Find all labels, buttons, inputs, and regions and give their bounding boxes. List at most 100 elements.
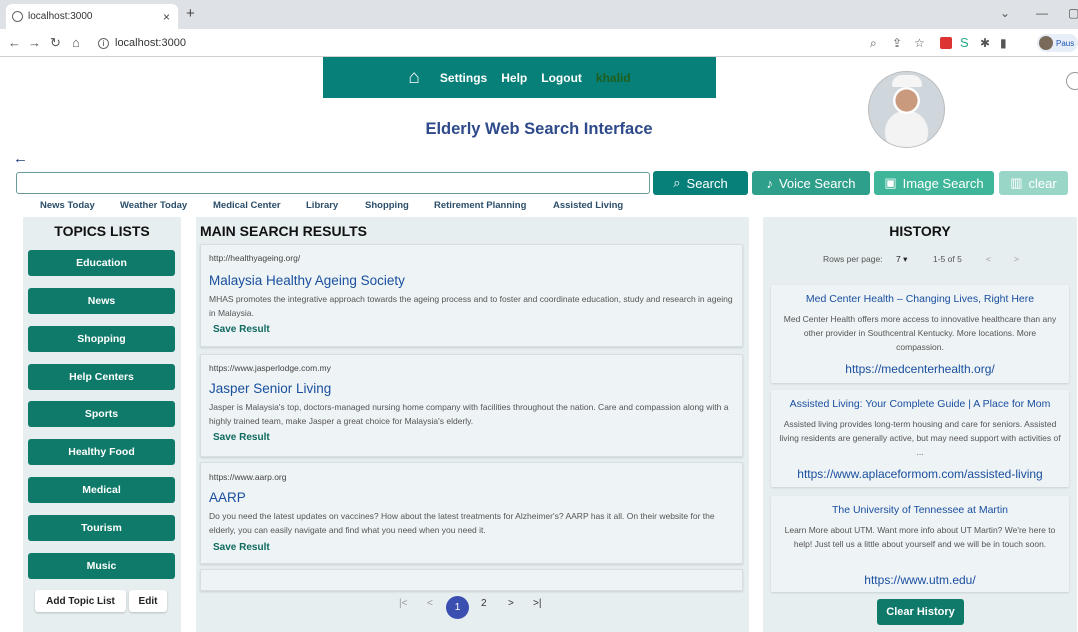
top-navigation: ⌂ Settings Help Logout khalid (323, 57, 716, 98)
help-link[interactable]: Help (501, 71, 527, 85)
minimize-icon[interactable]: — (1036, 6, 1048, 20)
quick-link-weather-today[interactable]: Weather Today (120, 200, 187, 211)
profile-avatar-icon (1039, 36, 1053, 50)
history-prev-button[interactable]: < (986, 254, 991, 264)
next-page-button[interactable]: > (508, 598, 514, 609)
info-icon[interactable]: i (98, 37, 109, 49)
add-topic-list-button[interactable]: Add Topic List (35, 590, 126, 612)
topic-sports[interactable]: Sports (28, 401, 175, 427)
browser-tab[interactable]: localhost:3000 × (6, 4, 178, 29)
save-result-button[interactable]: Save Result (213, 324, 270, 335)
profile-button[interactable]: Paus (1037, 34, 1078, 52)
quick-link-retirement-planning[interactable]: Retirement Planning (434, 200, 526, 211)
result-card: https://www.jasperlodge.com.my Jasper Se… (200, 354, 743, 457)
caret-down-icon: ▾ (903, 254, 908, 264)
tab-search-icon[interactable]: ⌄ (1000, 6, 1010, 20)
clear-history-button[interactable]: Clear History (877, 599, 964, 625)
last-page-button[interactable]: >| (533, 598, 541, 609)
history-title-link[interactable]: Med Center Health – Changing Lives, Righ… (771, 293, 1069, 305)
home-icon[interactable]: ⌂ (408, 67, 419, 89)
rows-per-page-value: 7 (896, 254, 901, 264)
extension-green-icon[interactable]: S (960, 35, 969, 50)
result-card-empty (200, 569, 743, 591)
topic-news[interactable]: News (28, 288, 175, 314)
page-1-button[interactable]: 1 (446, 596, 469, 619)
avatar-cap (892, 75, 922, 87)
voice-search-label: Voice Search (778, 175, 856, 191)
reload-icon[interactable]: ↻ (50, 35, 61, 51)
search-icon: ⌕ (673, 175, 681, 190)
home-icon[interactable]: ⌂ (72, 35, 80, 50)
bookmark-star-icon[interactable]: ☆ (914, 36, 925, 50)
result-url: http://healthyageing.org/ (209, 253, 301, 263)
profile-label: Paus (1056, 38, 1075, 48)
search-input[interactable] (16, 172, 650, 194)
results-heading: MAIN SEARCH RESULTS (200, 223, 367, 239)
history-url-link[interactable]: https://www.utm.edu/ (771, 573, 1069, 587)
save-result-button[interactable]: Save Result (213, 542, 270, 553)
zoom-icon[interactable]: ⌕ (870, 36, 877, 51)
page-title: Elderly Web Search Interface (425, 120, 653, 138)
topic-shopping[interactable]: Shopping (28, 326, 175, 352)
quick-link-news-today[interactable]: News Today (40, 200, 95, 211)
result-title-link[interactable]: Jasper Senior Living (209, 381, 331, 396)
clear-label: clear (1028, 175, 1057, 191)
forward-nav-icon[interactable]: → (28, 35, 41, 50)
image-search-button[interactable]: ▣ Image Search (874, 171, 994, 195)
result-title-link[interactable]: AARP (209, 490, 246, 505)
history-next-button[interactable]: > (1014, 254, 1019, 264)
tab-close-button[interactable]: × (163, 10, 170, 24)
quick-link-shopping[interactable]: Shopping (365, 200, 409, 211)
save-result-button[interactable]: Save Result (213, 432, 270, 443)
history-url-link[interactable]: https://www.aplaceformom.com/assisted-li… (771, 467, 1069, 481)
share-icon[interactable]: ⇪ (892, 36, 902, 50)
trash-icon: ▥ (1010, 175, 1023, 190)
circle-icon[interactable] (1066, 72, 1078, 90)
topic-music[interactable]: Music (28, 553, 175, 579)
maximize-icon[interactable]: ▢ (1068, 6, 1078, 20)
result-card: http://healthyageing.org/ Malaysia Healt… (200, 244, 743, 347)
quick-link-medical-center[interactable]: Medical Center (213, 200, 281, 211)
history-card: Med Center Health – Changing Lives, Righ… (771, 285, 1069, 383)
history-description: Assisted living provides long-term housi… (779, 419, 1061, 457)
search-button[interactable]: ⌕ Search (653, 171, 748, 195)
prev-page-button[interactable]: < (427, 598, 433, 609)
voice-search-button[interactable]: ♪ Voice Search (752, 171, 870, 195)
history-description: Learn More about UTM. Want more info abo… (784, 525, 1056, 549)
page-2-button[interactable]: 2 (481, 598, 487, 609)
topic-help-centers[interactable]: Help Centers (28, 364, 175, 390)
results-panel: MAIN SEARCH RESULTS http://healthyageing… (196, 217, 749, 632)
topic-education[interactable]: Education (28, 250, 175, 276)
extensions-puzzle-icon[interactable]: ✱ (980, 36, 990, 50)
image-icon: ▣ (884, 175, 897, 190)
side-panel-icon[interactable]: ▮ (1000, 36, 1007, 50)
topic-tourism[interactable]: Tourism (28, 515, 175, 541)
address-url: localhost:3000 (115, 37, 186, 49)
history-panel: HISTORY Rows per page: 7 ▾ 1-5 of 5 < > … (763, 217, 1077, 632)
settings-link[interactable]: Settings (440, 71, 487, 85)
edit-topics-button[interactable]: Edit (129, 590, 167, 612)
extension-red-icon[interactable] (940, 37, 952, 49)
topic-medical[interactable]: Medical (28, 477, 175, 503)
quick-link-library[interactable]: Library (306, 200, 338, 211)
address-bar[interactable]: i localhost:3000 (98, 33, 858, 53)
globe-icon (12, 11, 23, 22)
result-card: https://www.aarp.org AARP Do you need th… (200, 462, 743, 564)
topic-healthy-food[interactable]: Healthy Food (28, 439, 175, 465)
rows-per-page-select[interactable]: 7 ▾ (896, 254, 907, 265)
history-title-link[interactable]: The University of Tennessee at Martin (771, 504, 1069, 516)
back-nav-icon[interactable]: ← (8, 35, 21, 50)
quick-link-assisted-living[interactable]: Assisted Living (553, 200, 623, 211)
logout-link[interactable]: Logout (541, 71, 582, 85)
history-title-link[interactable]: Assisted Living: Your Complete Guide | A… (771, 398, 1069, 410)
history-url-link[interactable]: https://medcenterhealth.org/ (771, 362, 1069, 376)
history-description: Med Center Health offers more access to … (783, 314, 1057, 352)
result-title-link[interactable]: Malaysia Healthy Ageing Society (209, 273, 405, 288)
browser-toolbar: ← → ↻ ⌂ i localhost:3000 ⌕ ⇪ ☆ S ✱ ▮ Pau… (0, 29, 1078, 57)
first-page-button[interactable]: |< (399, 598, 407, 609)
result-url: https://www.aarp.org (209, 472, 287, 482)
back-arrow-icon[interactable]: ← (13, 150, 28, 167)
clear-button[interactable]: ▥ clear (999, 171, 1068, 195)
rows-per-page-label: Rows per page: (823, 254, 883, 264)
new-tab-button[interactable]: + (186, 5, 195, 22)
